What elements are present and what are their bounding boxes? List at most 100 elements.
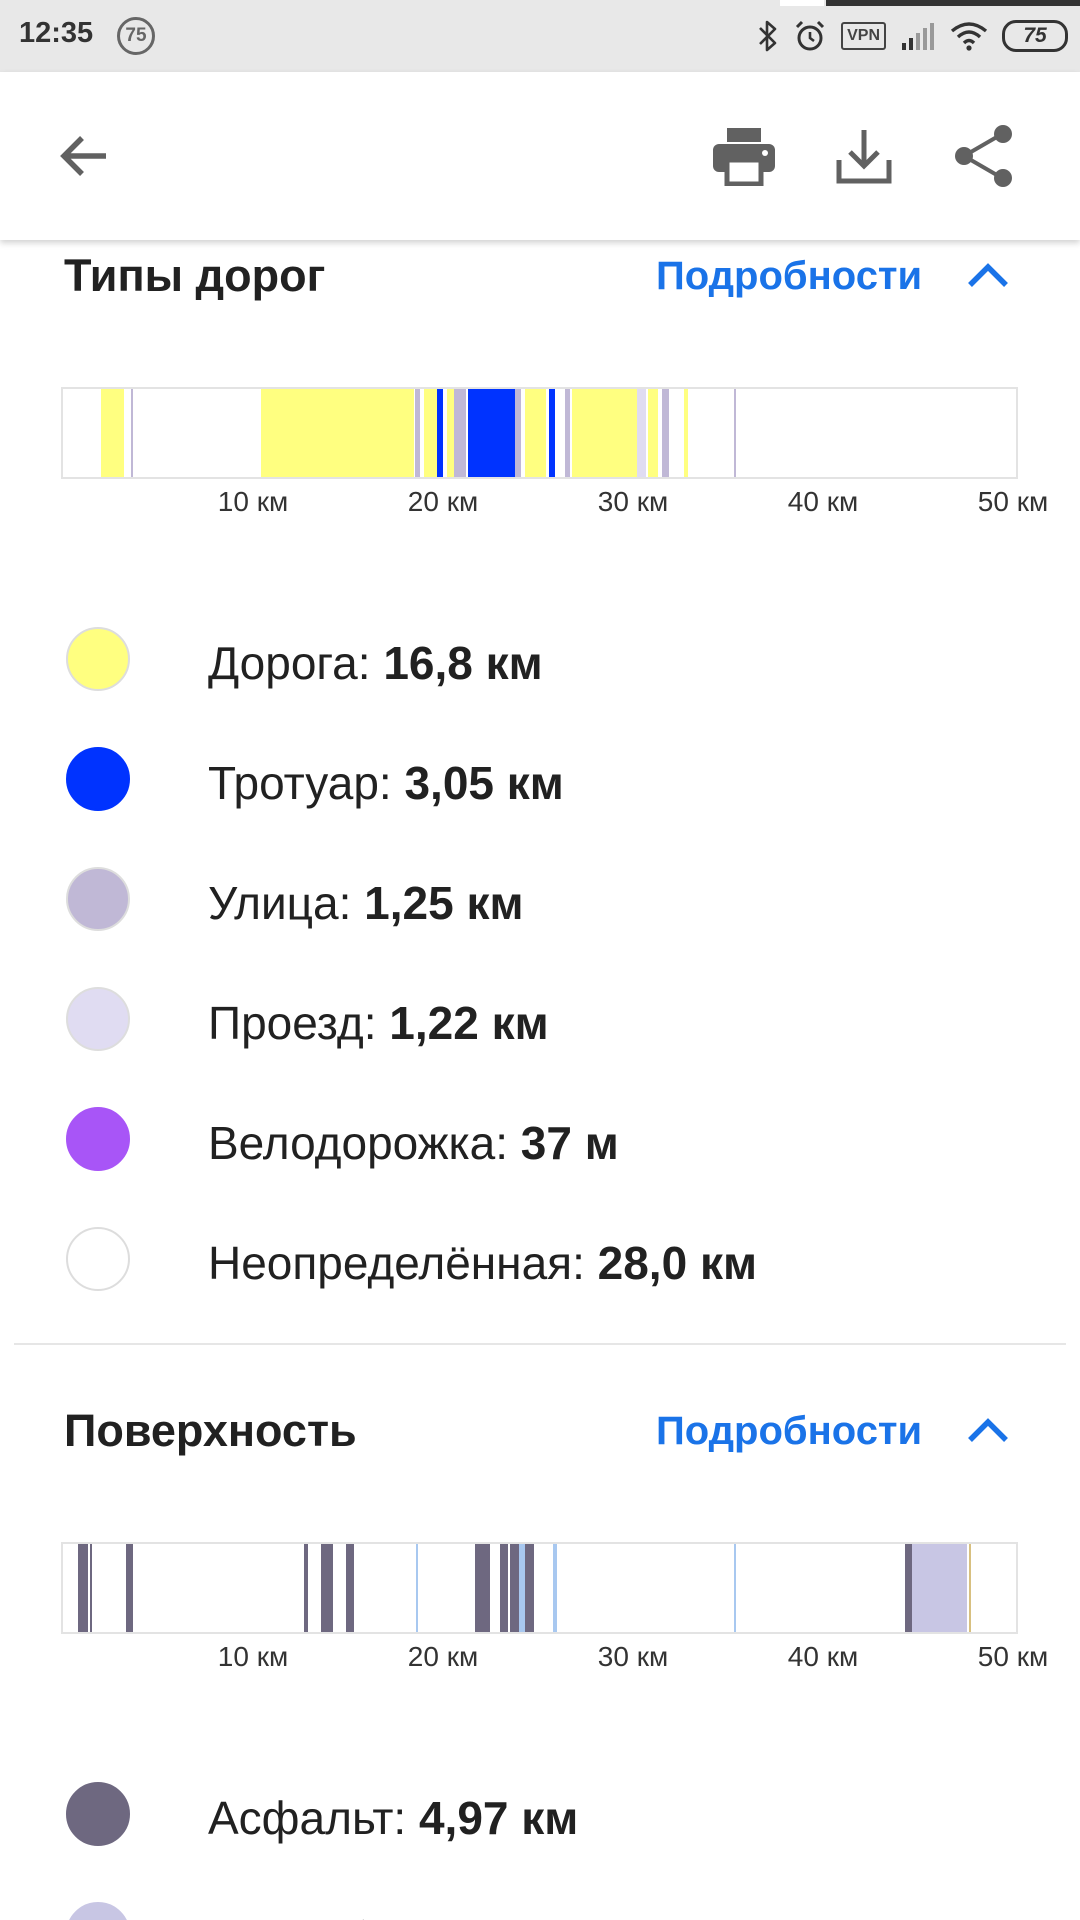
bar-segment xyxy=(572,389,637,477)
axis-tick-label: 20 км xyxy=(407,1641,479,1672)
road-types-axis: 10 км 20 км 30 км 40 км 50 км xyxy=(61,486,1061,526)
legend-item: Тротуар: 3,05 км xyxy=(64,744,1024,814)
bar-segment xyxy=(89,1544,92,1632)
bar-segment xyxy=(437,389,443,477)
signal-icon xyxy=(900,14,936,58)
bar-segment xyxy=(101,389,124,477)
legend-color-swatch xyxy=(66,1227,130,1291)
print-button[interactable] xyxy=(700,112,788,200)
axis-tick-label: 50 км xyxy=(977,1641,1049,1672)
vpn-icon: VPN xyxy=(841,14,886,58)
axis-tick-label: 10 км xyxy=(217,1641,289,1672)
bar-segment xyxy=(454,389,466,477)
legend-label: Дорога: xyxy=(208,637,384,689)
status-time: 12:35 xyxy=(19,17,94,49)
vpn-label: VPN xyxy=(841,22,886,50)
surface-bar-chart xyxy=(61,1542,1018,1634)
share-button[interactable] xyxy=(940,112,1028,200)
axis-tick-label: 10 км xyxy=(217,486,289,517)
bar-segment xyxy=(475,1544,491,1632)
section-divider xyxy=(14,1343,1066,1345)
bar-segment xyxy=(733,1544,736,1632)
battery-level: 75 xyxy=(1002,20,1068,52)
chevron-up-icon xyxy=(968,263,1008,287)
share-icon xyxy=(955,125,1012,187)
bar-segment xyxy=(904,1544,913,1632)
bar-segment xyxy=(416,1544,419,1632)
axis-tick-label: 30 км xyxy=(597,486,669,517)
legend-color-swatch xyxy=(66,1107,130,1171)
legend-item: Велодорожка: 37 м xyxy=(64,1104,1024,1174)
bar-segment xyxy=(912,1544,968,1632)
bar-segment xyxy=(414,389,421,477)
legend-text: Проезд: 1,22 км xyxy=(208,996,549,1050)
notification-badge: 75 xyxy=(117,17,155,55)
bar-segment xyxy=(549,389,556,477)
legend-label: Асфальт: xyxy=(208,1792,419,1844)
legend-text: Тротуар: 3,05 км xyxy=(208,756,564,810)
legend-value: 3,00 км xyxy=(569,1912,728,1920)
bar-segment xyxy=(636,389,647,477)
download-button[interactable] xyxy=(820,112,908,200)
surface-title: Поверхность xyxy=(64,1405,357,1456)
legend-color-swatch xyxy=(66,747,130,811)
surface-collapse-button[interactable] xyxy=(960,1403,1016,1459)
download-icon xyxy=(836,130,892,184)
bar-segment xyxy=(467,389,516,477)
bar-segment xyxy=(424,389,438,477)
status-bar-indicator-dark xyxy=(826,0,1080,6)
back-button[interactable] xyxy=(40,112,128,200)
road-types-bar-chart xyxy=(61,387,1018,479)
status-bar: 12:35 75 VPN 75 xyxy=(0,0,1080,72)
chevron-up-icon xyxy=(968,1418,1008,1442)
bar-segment xyxy=(515,389,521,477)
legend-item: Улица: 1,25 км xyxy=(64,864,1024,934)
bar-segment xyxy=(125,1544,134,1632)
bar-segment xyxy=(524,1544,535,1632)
legend-value: 37 м xyxy=(520,1117,619,1169)
bar-segment xyxy=(509,1544,519,1632)
legend-color-swatch xyxy=(66,1782,130,1846)
bar-segment xyxy=(446,389,455,477)
legend-item: Дорога: 16,8 км xyxy=(64,624,1024,694)
road-types-collapse-button[interactable] xyxy=(960,248,1016,304)
legend-label: Велодорожка: xyxy=(208,1117,521,1169)
legend-value: 28,0 км xyxy=(597,1237,758,1289)
status-bar-indicator xyxy=(780,0,824,6)
alarm-icon xyxy=(793,14,827,58)
bar-segment xyxy=(969,1544,972,1632)
legend-value: 1,22 км xyxy=(389,997,549,1049)
road-types-details-link[interactable]: Подробности xyxy=(656,254,922,299)
bluetooth-icon xyxy=(757,14,779,58)
legend-item: Неопределённая: 28,0 км xyxy=(64,1224,1024,1294)
road-types-title: Типы дорог xyxy=(64,250,326,301)
axis-tick-label: 40 км xyxy=(787,1641,859,1672)
axis-tick-label: 30 км xyxy=(597,1641,669,1672)
legend-label: Тротуар: xyxy=(208,757,405,809)
surface-axis: 10 км 20 км 30 км 40 км 50 км xyxy=(61,1641,1061,1681)
legend-item: Утрамбованная: 3,00 км xyxy=(64,1899,1024,1920)
legend-color-swatch xyxy=(66,867,130,931)
bar-segment xyxy=(661,389,670,477)
bar-segment xyxy=(524,389,546,477)
legend-text: Асфальт: 4,97 км xyxy=(208,1791,578,1845)
axis-tick-label: 50 км xyxy=(977,486,1049,517)
bar-segment xyxy=(321,1544,333,1632)
battery-icon: 75 xyxy=(1002,14,1068,58)
legend-value: 1,25 км xyxy=(364,877,524,929)
legend-text: Улица: 1,25 км xyxy=(208,876,524,930)
legend-value: 16,8 км xyxy=(383,637,543,689)
bar-segment xyxy=(131,389,134,477)
bar-segment xyxy=(564,389,571,477)
bar-segment xyxy=(684,389,689,477)
bar-segment xyxy=(78,1544,88,1632)
app-toolbar xyxy=(0,72,1080,240)
legend-color-swatch xyxy=(66,987,130,1051)
legend-text: Велодорожка: 37 м xyxy=(208,1116,619,1170)
legend-label: Утрамбованная: xyxy=(208,1912,569,1920)
legend-color-swatch xyxy=(66,1902,130,1920)
legend-label: Проезд: xyxy=(208,997,390,1049)
arrow-back-icon xyxy=(60,136,106,176)
legend-item: Проезд: 1,22 км xyxy=(64,984,1024,1054)
surface-details-link[interactable]: Подробности xyxy=(656,1409,922,1454)
